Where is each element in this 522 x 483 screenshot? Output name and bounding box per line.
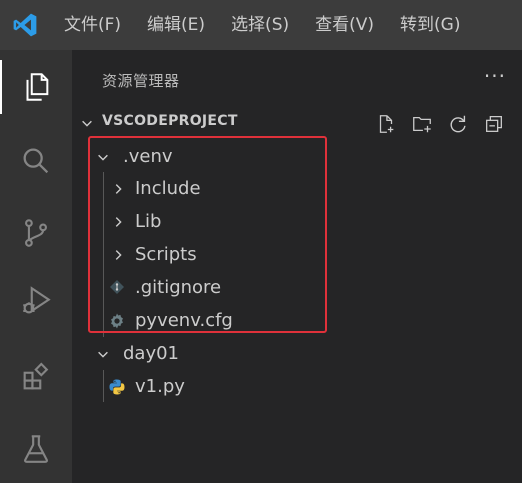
- source-control-icon[interactable]: [0, 200, 72, 266]
- explorer-icon[interactable]: [0, 54, 72, 120]
- section-actions: [368, 111, 512, 137]
- tree-item-label: .gitignore: [135, 277, 222, 298]
- sidebar-title: 资源管理器: [102, 72, 180, 90]
- activity-bar: [0, 50, 72, 483]
- chevron-right-icon: [111, 247, 125, 266]
- new-folder-icon[interactable]: [404, 111, 440, 137]
- tree-item-gitignore[interactable]: .gitignore: [72, 271, 522, 304]
- run-debug-icon[interactable]: [0, 268, 72, 334]
- tree-item-label: Include: [135, 178, 201, 199]
- collapse-all-icon[interactable]: [476, 111, 512, 137]
- workspace-title: VSCODEPROJECT: [102, 113, 238, 129]
- git-icon: [109, 279, 125, 299]
- chevron-down-icon: [96, 149, 110, 168]
- chevron-right-icon: [111, 181, 125, 200]
- tree-item-lib[interactable]: Lib: [72, 205, 522, 238]
- tree-item-v1-py[interactable]: v1.py: [72, 370, 522, 403]
- tree-item-label: day01: [123, 343, 180, 364]
- menu-bar: 文件(F) 编辑(E) 选择(S) 查看(V) 转到(G): [50, 0, 472, 50]
- tree-item-venv[interactable]: .venv: [72, 140, 522, 173]
- tree-item-label: .venv: [123, 146, 173, 167]
- tree-item-pyvenv-cfg[interactable]: pyvenv.cfg: [72, 304, 522, 337]
- explorer-sidebar: 资源管理器 ··· VSCODEPROJECT .venv Include Li…: [72, 50, 522, 483]
- python-icon: [108, 378, 126, 400]
- search-icon[interactable]: [0, 128, 72, 194]
- testing-icon[interactable]: [0, 416, 72, 482]
- tree-item-scripts[interactable]: Scripts: [72, 238, 522, 271]
- more-actions-button[interactable]: ···: [484, 64, 506, 88]
- menu-go[interactable]: 转到(G): [386, 0, 472, 50]
- menu-selection[interactable]: 选择(S): [217, 0, 301, 50]
- tree-item-label: Scripts: [135, 244, 197, 265]
- tree-item-day01[interactable]: day01: [72, 337, 522, 370]
- vscode-logo-icon: [0, 0, 50, 50]
- menu-file[interactable]: 文件(F): [50, 0, 133, 50]
- title-bar: 文件(F) 编辑(E) 选择(S) 查看(V) 转到(G): [0, 0, 522, 50]
- chevron-down-icon: [96, 346, 110, 365]
- section-header[interactable]: VSCODEPROJECT: [72, 108, 522, 136]
- menu-edit[interactable]: 编辑(E): [133, 0, 217, 50]
- chevron-right-icon: [111, 214, 125, 233]
- tree-item-label: v1.py: [135, 376, 185, 397]
- new-file-icon[interactable]: [368, 111, 404, 137]
- refresh-icon[interactable]: [440, 111, 476, 137]
- extensions-icon[interactable]: [0, 344, 72, 410]
- menu-view[interactable]: 查看(V): [301, 0, 386, 50]
- gear-icon: [108, 312, 126, 334]
- tree-item-include[interactable]: Include: [72, 172, 522, 205]
- tree-item-label: Lib: [135, 211, 162, 232]
- tree-item-label: pyvenv.cfg: [135, 310, 233, 331]
- chevron-down-icon: [80, 115, 94, 134]
